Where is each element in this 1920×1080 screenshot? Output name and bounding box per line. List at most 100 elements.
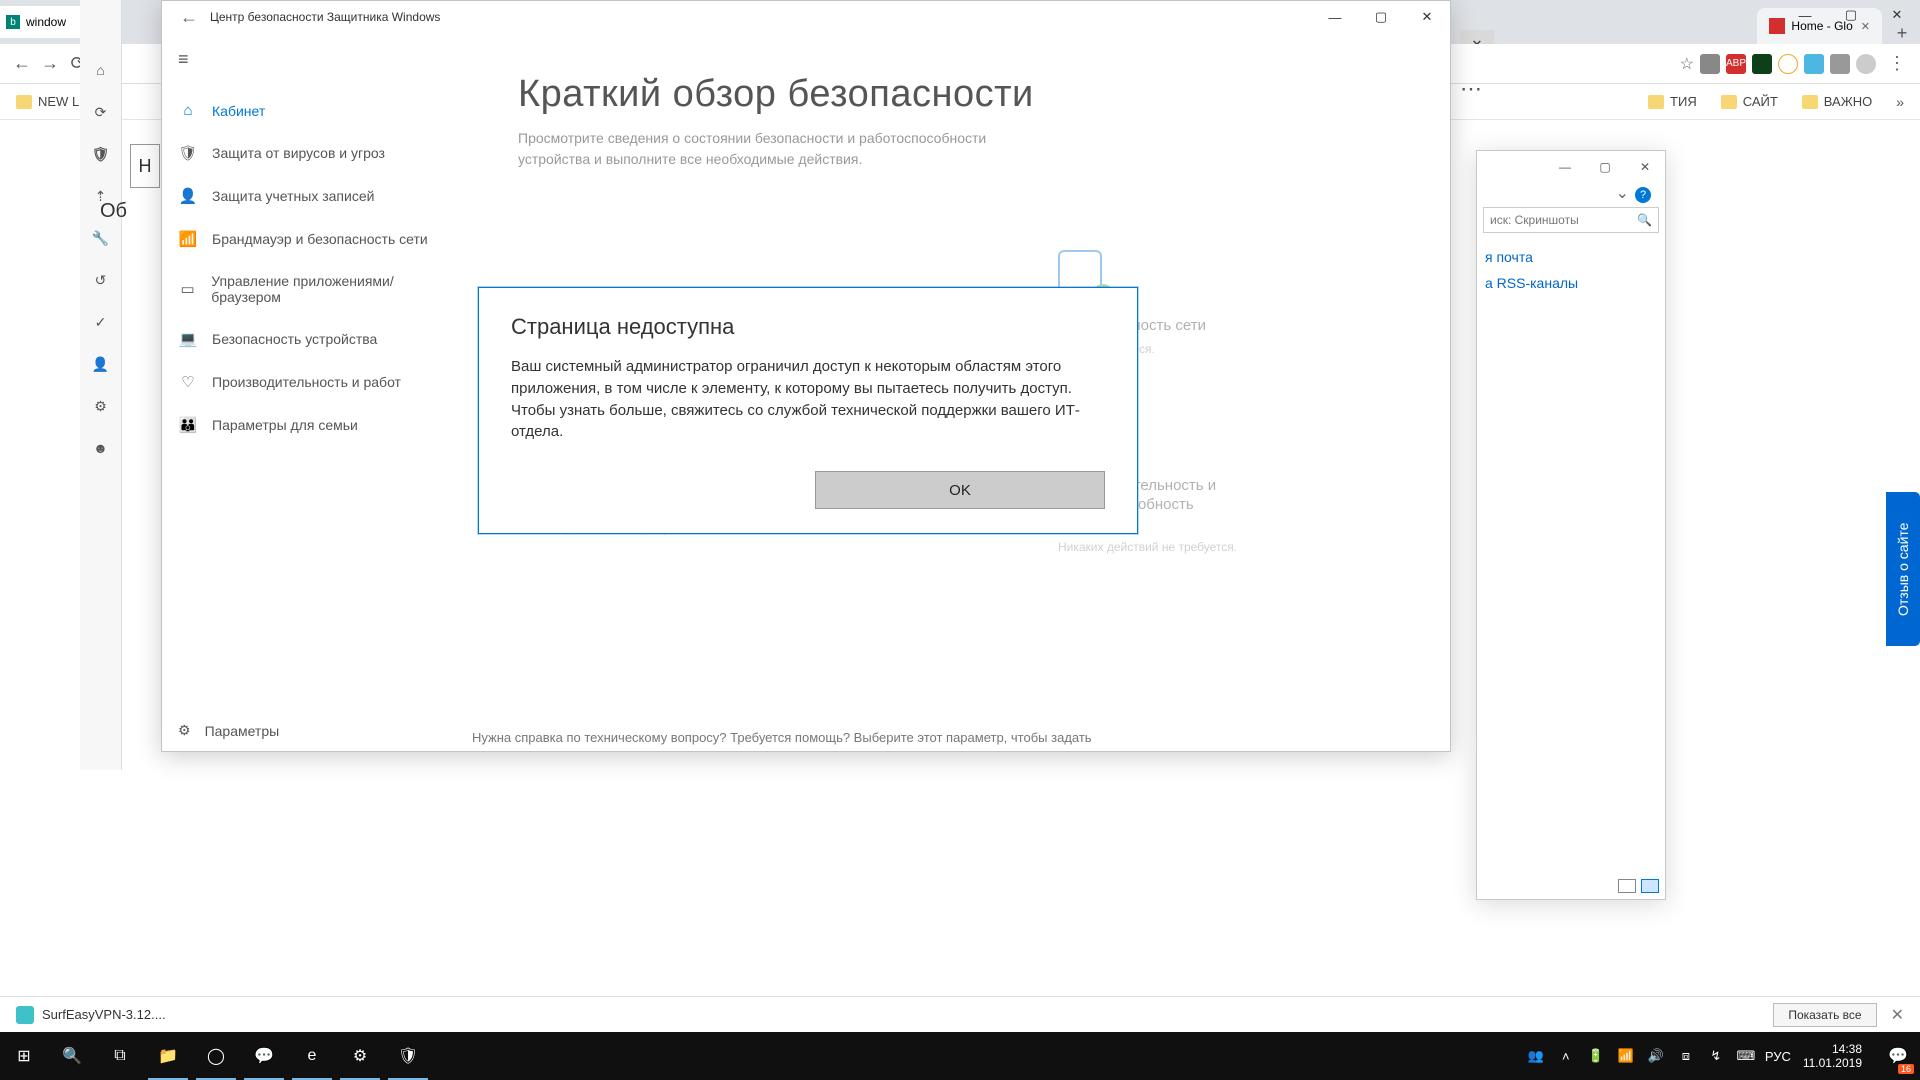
ext-icon-1[interactable] (1700, 54, 1720, 74)
bookmark-1[interactable]: ТИЯ (1648, 94, 1697, 109)
show-all-button[interactable]: Показать все (1773, 1003, 1876, 1027)
rail-robot-icon[interactable]: ☻ (91, 438, 111, 458)
nav-virus[interactable]: 🛡Защита от вирусов и угроз (162, 134, 470, 172)
rail-key-icon[interactable]: 🔧 (91, 228, 111, 248)
dropbox-icon[interactable]: ⧈ (1675, 1048, 1697, 1064)
volume-icon[interactable]: 🔊 (1645, 1048, 1667, 1064)
ext-icon-3[interactable] (1778, 54, 1798, 74)
bookmark-2[interactable]: САЙТ (1721, 94, 1778, 109)
rail-plugins-icon[interactable]: ⚙ (91, 396, 111, 416)
star-icon[interactable]: ☆ (1680, 54, 1694, 74)
rail-home-icon[interactable]: ⌂ (91, 60, 111, 80)
nav-home[interactable]: ⌂Кабинет (162, 92, 470, 129)
tab-bing-label: window (26, 15, 66, 29)
nav-label: Безопасность устройства (212, 331, 377, 347)
nav-app[interactable]: ▭ Управление приложениями/браузером (162, 263, 470, 315)
rail-refresh-icon[interactable]: ⟳ (91, 102, 111, 122)
defender-titlebar: ← Центр безопасности Защитника Windows —… (162, 1, 1450, 33)
chrome-taskbar[interactable]: ◯ (192, 1032, 240, 1080)
smallwin-maximize[interactable]: ▢ (1585, 160, 1625, 174)
explorer-window: — ▢ ✕ ⌄ ? иск: Скриншоты 🔍 я почта а RSS… (1476, 150, 1666, 900)
search-button[interactable]: 🔍 (48, 1032, 96, 1080)
view-grid-icon[interactable] (1641, 879, 1659, 893)
nav-settings[interactable]: ⚙ Параметры (162, 710, 470, 751)
window-icon: ▭ (178, 280, 197, 298)
ext-icon-6[interactable] (1856, 54, 1876, 74)
defender-back-button[interactable]: ← (168, 7, 210, 28)
ext-icon-2[interactable] (1752, 54, 1772, 74)
bookmark-label: САЙТ (1743, 94, 1778, 109)
nav-label: Управление приложениями/браузером (211, 273, 454, 305)
defender-taskbar[interactable]: 🛡 (384, 1032, 432, 1080)
help-footer[interactable]: Нужна справка по техническому вопросу? Т… (472, 730, 1092, 745)
tab-bing[interactable]: bwindow (0, 6, 82, 38)
search-box[interactable]: иск: Скриншоты 🔍 (1483, 207, 1659, 233)
defender-minimize[interactable]: — (1312, 1, 1358, 33)
edge-taskbar[interactable]: e (288, 1032, 336, 1080)
bookmarks-overflow[interactable]: » (1896, 94, 1904, 110)
chevron-down-icon[interactable]: ⌄ (1616, 183, 1629, 203)
lang-indicator[interactable]: РУС (1765, 1049, 1787, 1064)
sync-icon[interactable]: ↯ (1705, 1048, 1727, 1064)
explorer-taskbar[interactable]: 📁 (144, 1032, 192, 1080)
page-more-icon[interactable]: ⋯ (1460, 76, 1482, 102)
ext-icon-4[interactable] (1804, 54, 1824, 74)
nav-label: Брандмауэр и безопасность сети (212, 231, 428, 247)
modal-title: Страница недоступна (511, 314, 1105, 340)
nav-firewall[interactable]: 📶 Брандмауэр и безопасность сети (162, 220, 470, 258)
view-list-icon[interactable] (1618, 879, 1636, 893)
defender-maximize[interactable]: ▢ (1358, 1, 1404, 33)
keyboard-icon[interactable]: ⌨ (1735, 1048, 1757, 1064)
rail-shield-icon[interactable]: 🛡 (91, 144, 111, 164)
antenna-icon: 📶 (178, 230, 198, 248)
chrome-close[interactable]: ✕ (1874, 0, 1920, 30)
defender-close[interactable]: ✕ (1404, 1, 1450, 33)
bg-page-text: Об (100, 200, 127, 223)
modal-ok-button[interactable]: OK (815, 471, 1105, 509)
start-button[interactable]: ⊞ (0, 1032, 48, 1080)
nav-perf[interactable]: ♡Производительность и работ (162, 363, 470, 401)
home-icon: ⌂ (178, 102, 198, 119)
tray-chevron-icon[interactable]: ˄ (1555, 1049, 1577, 1064)
nav-label: Защита учетных записей (212, 188, 374, 204)
action-center[interactable]: 💬16 (1878, 1032, 1918, 1080)
nav-account[interactable]: 👤Защита учетных записей (162, 177, 470, 215)
bookmark-3[interactable]: ВАЖНО (1802, 94, 1872, 109)
wifi-icon[interactable]: 📶 (1615, 1048, 1637, 1064)
chrome-minimize[interactable]: — (1782, 0, 1828, 30)
gear-icon: ⚙ (178, 722, 191, 739)
link-mail[interactable]: я почта (1485, 249, 1657, 265)
defender-sidebar: ≡ ⌂Кабинет 🛡Защита от вирусов и угроз 👤З… (162, 33, 470, 751)
people-icon[interactable]: 👥 (1525, 1048, 1547, 1064)
back-button[interactable]: ← (8, 53, 36, 74)
clock[interactable]: 14:38 11.01.2019 (1795, 1042, 1870, 1071)
download-bar-close[interactable]: ✕ (1891, 1005, 1904, 1025)
chrome-menu-icon[interactable]: ⋮ (1882, 53, 1912, 74)
smallwin-close[interactable]: ✕ (1625, 160, 1665, 174)
download-filename[interactable]: SurfEasyVPN-3.12.... (42, 1007, 166, 1022)
forward-button[interactable]: → (36, 53, 64, 74)
feedback-tab[interactable]: Отзыв о сайте (1886, 492, 1920, 646)
download-bar: SurfEasyVPN-3.12.... Показать все ✕ (0, 996, 1920, 1032)
ext-adblock-icon[interactable]: ABP (1726, 54, 1746, 74)
help-icon[interactable]: ? (1635, 187, 1651, 203)
settings-taskbar[interactable]: ⚙ (336, 1032, 384, 1080)
folder-icon (1802, 95, 1818, 109)
rail-history-icon[interactable]: ↺ (91, 270, 111, 290)
nav-family[interactable]: 👪Параметры для семьи (162, 406, 470, 444)
battery-icon[interactable]: 🔋 (1585, 1048, 1607, 1064)
smallwin-minimize[interactable]: — (1545, 160, 1585, 174)
search-icon[interactable]: 🔍 (1637, 213, 1652, 227)
ext-icon-5[interactable] (1830, 54, 1850, 74)
nav-device[interactable]: 💻Безопасность устройства (162, 320, 470, 358)
bookmark-label: ВАЖНО (1824, 94, 1872, 109)
link-rss[interactable]: а RSS-каналы (1485, 275, 1657, 291)
chrome-maximize[interactable]: ▢ (1828, 0, 1874, 30)
nav-label: Производительность и работ (212, 374, 401, 390)
chat-taskbar[interactable]: 💬 (240, 1032, 288, 1080)
rail-check-icon[interactable]: ✓ (91, 312, 111, 332)
taskview-button[interactable]: ⧉ (96, 1032, 144, 1080)
nav-label: Параметры (205, 723, 280, 739)
hamburger-icon[interactable]: ≡ (162, 39, 470, 80)
rail-user-icon[interactable]: 👤 (91, 354, 111, 374)
